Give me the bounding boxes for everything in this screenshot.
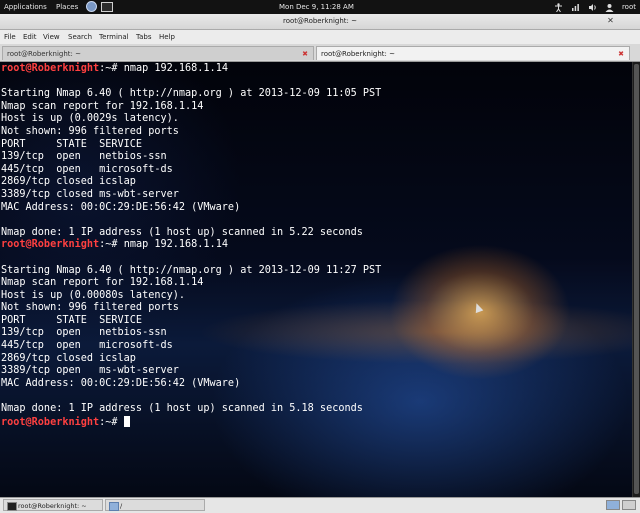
- output-line: Host is up (0.0029s latency).: [1, 113, 179, 125]
- menu-file[interactable]: File: [4, 30, 16, 44]
- output-line: Nmap done: 1 IP address (1 host up) scan…: [1, 403, 363, 415]
- window-titlebar[interactable]: root@Roberknight: ~ ✕: [0, 14, 640, 30]
- prompt-line: root@Roberknight:~# nmap 192.168.1.14: [1, 63, 381, 76]
- output-line: 3389/tcp closed ms-wbt-server: [1, 188, 179, 200]
- places-label: Places: [56, 3, 79, 11]
- prompt-path: :~#: [99, 63, 124, 74]
- output-line: Not shown: 996 filtered ports: [1, 125, 179, 137]
- output-line: 139/tcp open netbios-ssn: [1, 151, 167, 163]
- menu-tabs[interactable]: Tabs: [136, 30, 152, 44]
- user-icon: [605, 3, 614, 12]
- prompt-line: root@Roberknight:~#: [1, 415, 381, 429]
- prompt-path: :~#: [99, 239, 124, 251]
- output-line: Host is up (0.00080s latency).: [1, 289, 186, 301]
- output-line: PORT STATE SERVICE: [1, 138, 143, 150]
- output-line: Starting Nmap 6.40 ( http://nmap.org ) a…: [1, 88, 382, 100]
- terminal-scrollbar[interactable]: [632, 62, 640, 497]
- top-panel: Applications Places Mon Dec 9, 11:28 AM …: [0, 0, 640, 14]
- prompt-path: :~#: [99, 416, 124, 428]
- taskbar-label: root@Roberknight: ~: [18, 502, 87, 510]
- applications-menu[interactable]: Applications: [4, 0, 47, 14]
- command-text: nmap 192.168.1.14: [123, 239, 228, 251]
- output-line: 445/tcp open microsoft-ds: [1, 340, 173, 352]
- terminal-icon: [7, 502, 17, 511]
- output-line: 2869/tcp closed icslap: [1, 176, 136, 188]
- output-line: Nmap scan report for 192.168.1.14: [1, 100, 204, 112]
- taskbar-item-folder[interactable]: /: [105, 499, 205, 511]
- menu-view[interactable]: View: [43, 30, 60, 44]
- output-line: 3389/tcp open ms-wbt-server: [1, 365, 179, 377]
- command-text: nmap 192.168.1.14: [123, 63, 228, 74]
- user-menu[interactable]: root: [622, 0, 636, 14]
- places-menu[interactable]: Places: [56, 0, 78, 14]
- accessibility-icon[interactable]: [554, 2, 563, 12]
- output-line: PORT STATE SERVICE: [1, 314, 143, 326]
- output-line: MAC Address: 00:0C:29:DE:56:42 (VMware): [1, 377, 241, 389]
- workspace-2[interactable]: [622, 500, 636, 510]
- output-line: [1, 214, 381, 227]
- tab-terminal-2[interactable]: root@Roberknight: ~ ✖: [316, 46, 630, 60]
- menu-search[interactable]: Search: [68, 30, 92, 44]
- output-line: [1, 252, 381, 265]
- clock[interactable]: Mon Dec 9, 11:28 AM: [279, 0, 354, 14]
- output-line: Starting Nmap 6.40 ( http://nmap.org ) a…: [1, 264, 382, 276]
- output-line: Nmap done: 1 IP address (1 host up) scan…: [1, 226, 363, 238]
- menubar: File Edit View Search Terminal Tabs Help: [0, 30, 640, 44]
- tab-close-icon[interactable]: ✖: [302, 47, 308, 61]
- close-icon[interactable]: ✕: [605, 16, 616, 26]
- output-line: [1, 76, 381, 89]
- prompt-user: root@Roberknight: [1, 239, 100, 251]
- tab-close-icon[interactable]: ✖: [618, 47, 624, 61]
- output-line: 445/tcp open microsoft-ds: [1, 163, 173, 175]
- tab-bar: root@Roberknight: ~ ✖ root@Roberknight: …: [0, 44, 640, 62]
- prompt-user: root@Roberknight: [1, 416, 100, 428]
- prompt-user: root@Roberknight: [1, 63, 100, 74]
- text-cursor: [123, 415, 130, 427]
- mouse-pointer-icon: [472, 301, 484, 314]
- output-line: Not shown: 996 filtered ports: [1, 302, 179, 314]
- volume-icon[interactable]: [588, 3, 597, 12]
- network-icon[interactable]: [571, 3, 580, 12]
- output-line: Nmap scan report for 192.168.1.14: [1, 277, 204, 289]
- menu-terminal[interactable]: Terminal: [99, 30, 129, 44]
- taskbar-item-terminal[interactable]: root@Roberknight: ~: [3, 499, 103, 511]
- globe-icon[interactable]: [86, 1, 97, 12]
- terminal-window: root@Roberknight: ~ ✕ File Edit View Sea…: [0, 14, 640, 497]
- scrollbar-thumb[interactable]: [634, 64, 639, 494]
- terminal-icon[interactable]: [101, 2, 113, 12]
- taskbar-label: /: [120, 502, 123, 510]
- terminal-lines: root@Roberknight:~# nmap 192.168.1.14 Sta…: [1, 63, 381, 428]
- workspace-1[interactable]: [606, 500, 620, 510]
- tab-terminal-1[interactable]: root@Roberknight: ~ ✖: [2, 46, 314, 60]
- prompt-line: root@Roberknight:~# nmap 192.168.1.14: [1, 239, 381, 252]
- folder-icon: [109, 502, 119, 511]
- menu-help[interactable]: Help: [159, 30, 175, 44]
- output-line: 2869/tcp closed icslap: [1, 352, 136, 364]
- output-line: [1, 390, 381, 403]
- output-line: MAC Address: 00:0C:29:DE:56:42 (VMware): [1, 201, 241, 213]
- tab-label: root@Roberknight: ~: [321, 50, 396, 58]
- system-tray: root: [554, 0, 636, 14]
- menu-edit[interactable]: Edit: [23, 30, 37, 44]
- tab-label: root@Roberknight: ~: [7, 50, 82, 58]
- applications-label: Applications: [4, 3, 47, 11]
- output-line: 139/tcp open netbios-ssn: [1, 327, 167, 339]
- bottom-panel: root@Roberknight: ~ /: [0, 497, 640, 513]
- window-title: root@Roberknight: ~: [282, 17, 357, 25]
- terminal-output[interactable]: root@Roberknight:~# nmap 192.168.1.14 Sta…: [0, 62, 632, 497]
